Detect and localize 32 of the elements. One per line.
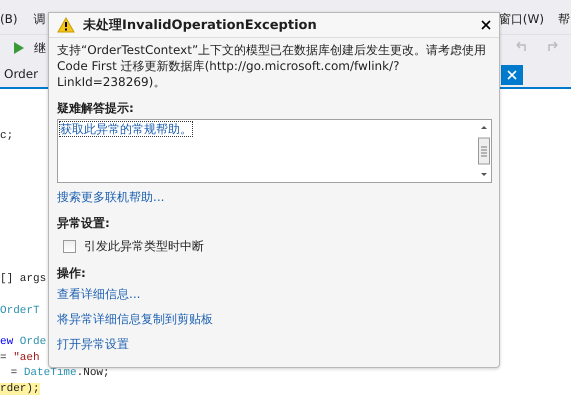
hint-link[interactable]: 获取此异常的常规帮助。 — [59, 121, 193, 137]
menu-item[interactable]: (B) — [0, 12, 18, 26]
document-tab[interactable]: Order — [0, 67, 42, 87]
warning-icon — [57, 17, 75, 33]
section-heading: 操作: — [57, 265, 86, 282]
exception-message: 支持“OrderTestContext”上下文的模型已在数据库创建后发生更改。请考虑使用 Code First 迁移更新数据库(http://go.microsoft.com/fwlink/?LinkId=238269)。 — [57, 42, 487, 90]
menu-item[interactable]: 调 — [34, 10, 46, 28]
code-text: Orde — [20, 336, 46, 348]
code-text: ew — [0, 336, 14, 348]
action-link[interactable]: 将异常详细信息复制到剪贴板 — [57, 311, 213, 327]
section-heading: 疑难解答提示: — [57, 100, 134, 117]
code-text: [] args — [0, 272, 46, 285]
menu-item[interactable]: 帮 — [558, 10, 570, 28]
action-link[interactable]: 打开异常设置 — [57, 336, 129, 352]
code-text: c; — [0, 130, 14, 142]
continue-button[interactable]: 继 — [34, 40, 46, 56]
code-text: .Now; — [76, 367, 110, 380]
checkbox[interactable] — [63, 240, 76, 253]
code-text: OrderT — [0, 305, 40, 318]
action-link[interactable]: 查看详细信息... — [57, 286, 140, 302]
play-icon[interactable] — [14, 42, 24, 54]
code-text: = — [10, 367, 18, 380]
code-text: rder); — [0, 383, 40, 396]
section-heading: 异常设置: — [57, 215, 110, 232]
checkbox-label: 引发此异常类型时中断 — [84, 238, 204, 255]
code-text: = — [0, 352, 7, 364]
menu-item[interactable]: 窗口(W) — [498, 10, 544, 28]
dialog-title: 未处理InvalidOperationException — [83, 17, 317, 34]
code-text: "aeh — [13, 352, 40, 364]
search-link[interactable]: 搜索更多联机帮助... — [57, 189, 164, 205]
close-icon[interactable] — [481, 20, 491, 30]
code-text: DateTime — [24, 367, 77, 380]
